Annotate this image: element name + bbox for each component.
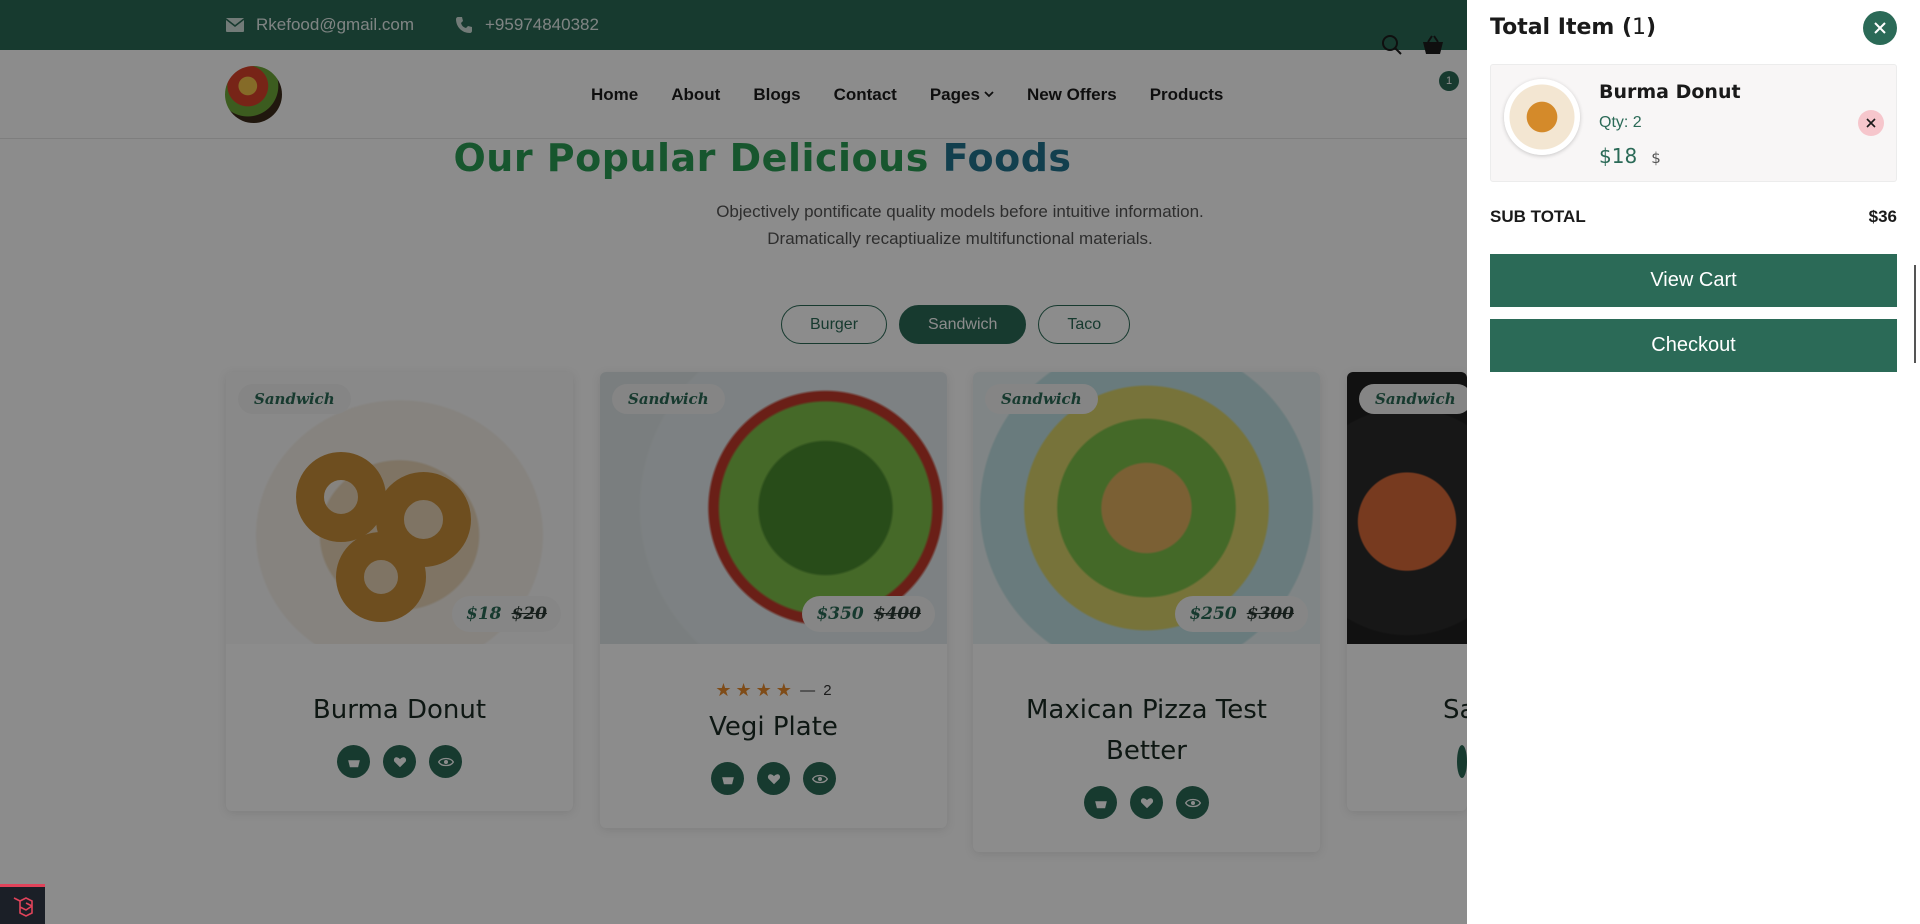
cart-title-text: Total Item (	[1490, 15, 1633, 40]
cart-title-count: 1	[1632, 15, 1647, 40]
cart-item-name[interactable]: Burma Donut	[1599, 81, 1741, 103]
cart-item-thumbnail	[1504, 79, 1580, 155]
page-overlay[interactable]	[0, 0, 1467, 924]
subtotal-label: SUB TOTAL	[1490, 207, 1586, 226]
checkout-button[interactable]: Checkout	[1490, 319, 1897, 372]
subtotal-row: SUB TOTAL $36	[1490, 207, 1897, 227]
cart-item-price: $18	[1599, 144, 1638, 168]
close-icon	[1866, 118, 1876, 128]
cart-item-currency: $	[1651, 149, 1661, 167]
close-drawer-button[interactable]	[1863, 11, 1897, 45]
view-cart-button[interactable]: View Cart	[1490, 254, 1897, 307]
laravel-logo-icon	[13, 896, 33, 917]
remove-item-button[interactable]	[1858, 110, 1884, 136]
close-icon	[1874, 22, 1886, 34]
cart-title-end: )	[1646, 15, 1657, 40]
cart-item-qty: Qty: 2	[1599, 114, 1642, 131]
drawer-scrollbar[interactable]	[1914, 265, 1916, 363]
cart-title: Total Item (1)	[1490, 15, 1656, 40]
cart-item-price-row: $18 $	[1599, 144, 1661, 168]
cart-item: Burma Donut Qty: 2 $18 $	[1490, 64, 1897, 182]
subtotal-value: $36	[1868, 207, 1897, 226]
debugbar-toggle[interactable]	[0, 884, 45, 924]
